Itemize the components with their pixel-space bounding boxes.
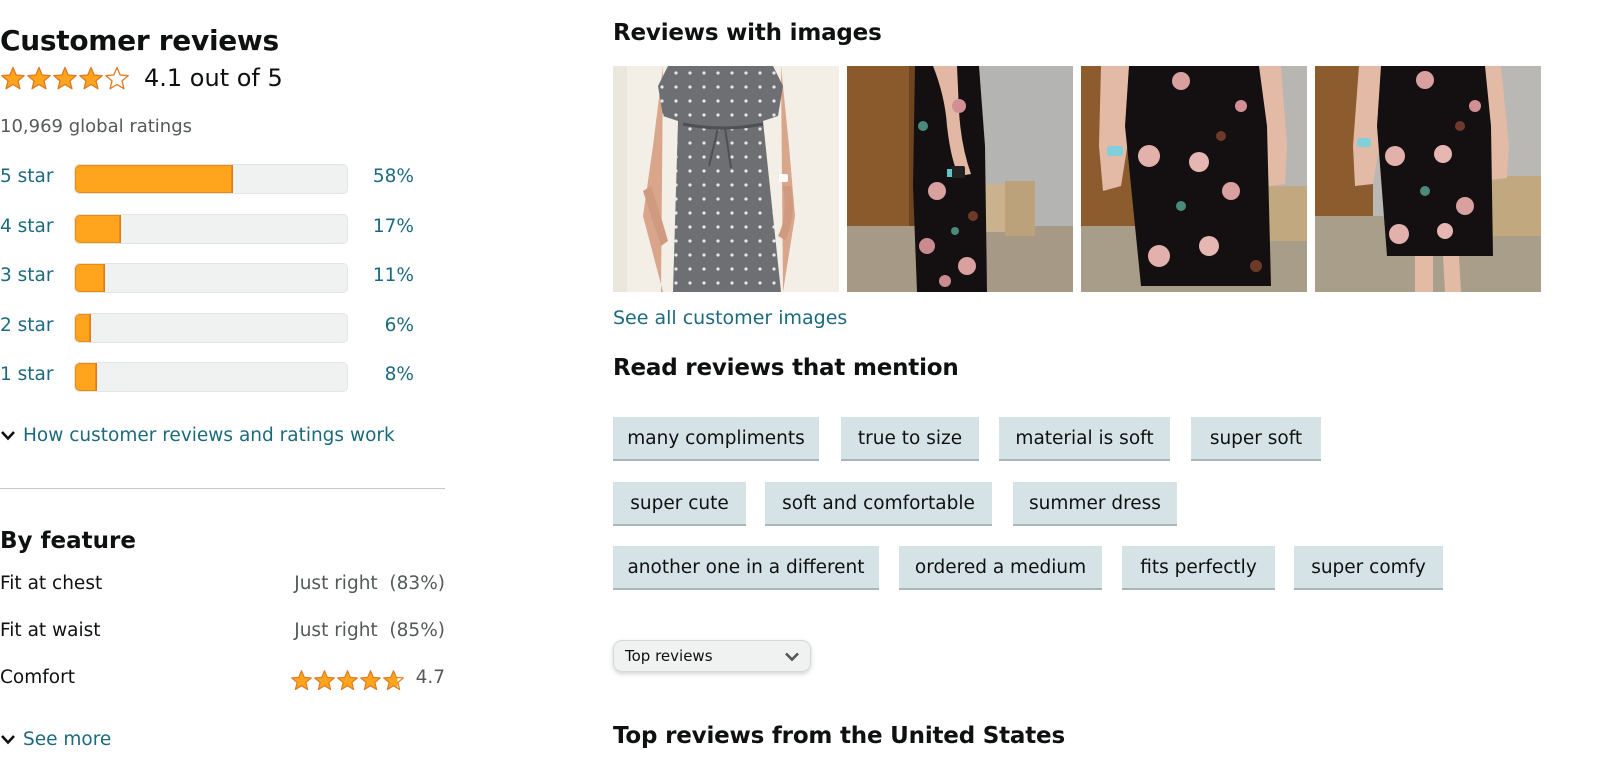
histogram-star-label: 5 star (0, 166, 54, 187)
histogram-row-1-star[interactable]: 1 star 8% (0, 362, 420, 392)
histogram-bar (74, 213, 348, 244)
mention-chip[interactable]: soft and comfortable (765, 482, 992, 526)
histogram-row-4-star[interactable]: 4 star 17% (0, 213, 420, 244)
review-image[interactable] (613, 66, 839, 292)
review-images-strip (613, 66, 1541, 292)
star-full-icon (79, 66, 103, 90)
read-reviews-mention-heading: Read reviews that mention (613, 355, 959, 381)
star-rating (0, 65, 130, 91)
review-image[interactable] (1081, 66, 1307, 292)
chevron-down-icon (1, 734, 15, 744)
histogram-percent: 58% (372, 166, 414, 187)
histogram-row-2-star[interactable]: 2 star 6% (0, 312, 420, 343)
by-feature-heading: By feature (0, 528, 136, 554)
feature-name: Comfort (0, 667, 75, 688)
mention-chip[interactable]: super cute (613, 482, 746, 526)
reviews-with-images-heading: Reviews with images (613, 20, 882, 46)
histogram-bar-fill (75, 313, 92, 342)
review-photo-floral-dress-front-icon (1081, 66, 1307, 292)
histogram-star-label: 1 star (0, 364, 54, 385)
mention-chip[interactable]: super soft (1191, 417, 1321, 461)
histogram-bar-fill (75, 165, 233, 193)
mention-chip[interactable]: true to size (841, 417, 979, 461)
mention-chip[interactable]: summer dress (1013, 482, 1177, 526)
feature-value: 4.7 (415, 667, 445, 688)
histogram-star-label: 2 star (0, 314, 54, 336)
divider (0, 488, 445, 489)
feature-name: Fit at waist (0, 620, 101, 641)
chevron-down-icon (785, 652, 799, 662)
feature-row-comfort: Comfort 4.7 (0, 667, 445, 693)
histogram-row-3-star[interactable]: 3 star 11% (0, 263, 420, 293)
overall-rating[interactable]: 4.1 out of 5 (0, 64, 283, 92)
feature-row-fit-chest: Fit at chest Just right (83%) (0, 573, 445, 599)
star-full-icon (337, 670, 358, 691)
histogram-percent: 6% (384, 314, 414, 336)
rating-text: 4.1 out of 5 (144, 64, 283, 92)
feature-name: Fit at chest (0, 573, 103, 594)
histogram-bar (74, 362, 348, 392)
feature-value: Just right (83%) (294, 573, 445, 594)
star-partial-icon (383, 670, 404, 691)
review-image[interactable] (847, 66, 1073, 292)
mention-chip[interactable]: material is soft (999, 417, 1170, 461)
review-photo-floral-dress-side-icon (847, 66, 1073, 292)
mention-chip[interactable]: many compliments (613, 417, 819, 461)
star-full-icon (27, 66, 51, 90)
star-full-icon (53, 66, 77, 90)
feature-row-fit-waist: Fit at waist Just right (85%) (0, 620, 445, 646)
histogram-bar-fill (75, 214, 122, 243)
sort-reviews-dropdown[interactable]: Top reviews (613, 640, 811, 672)
feature-value: Just right (85%) (294, 620, 445, 641)
histogram-bar-fill (75, 264, 105, 292)
mention-chip[interactable]: fits perfectly (1122, 546, 1275, 590)
histogram-bar (74, 263, 348, 293)
star-full-icon (360, 670, 381, 691)
customer-reviews-heading: Customer reviews (0, 24, 279, 57)
review-photo-floral-dress-front-2-icon (1315, 66, 1541, 292)
review-photo-grey-polka-dot-dress-icon (613, 66, 839, 292)
how-reviews-work-label: How customer reviews and ratings work (23, 425, 395, 446)
histogram-bar (74, 164, 348, 194)
see-all-customer-images-link[interactable]: See all customer images (613, 307, 847, 329)
comfort-star-rating (290, 669, 405, 691)
mention-chip[interactable]: super comfy (1294, 546, 1443, 590)
see-more-label: See more (23, 729, 112, 750)
mention-chip[interactable]: ordered a medium (899, 546, 1102, 590)
histogram-row-5-star[interactable]: 5 star 58% (0, 164, 420, 194)
histogram-bar (74, 312, 348, 343)
star-partial-icon (105, 66, 129, 90)
see-more-features-link[interactable]: See more (0, 729, 111, 750)
top-reviews-us-heading: Top reviews from the United States (613, 723, 1065, 749)
histogram-percent: 11% (372, 265, 414, 286)
how-reviews-work-link[interactable]: How customer reviews and ratings work (0, 425, 395, 446)
global-ratings-count: 10,969 global ratings (0, 116, 193, 137)
mention-chip[interactable]: another one in a different (613, 546, 879, 590)
histogram-percent: 17% (372, 215, 414, 237)
star-full-icon (1, 66, 25, 90)
histogram-star-label: 4 star (0, 215, 54, 237)
star-full-icon (291, 670, 312, 691)
chevron-down-icon (1, 430, 15, 440)
sort-selected-value: Top reviews (625, 647, 713, 665)
histogram-bar-fill (75, 363, 97, 391)
star-full-icon (314, 670, 335, 691)
review-image[interactable] (1315, 66, 1541, 292)
histogram-star-label: 3 star (0, 265, 54, 286)
histogram-percent: 8% (384, 364, 414, 385)
